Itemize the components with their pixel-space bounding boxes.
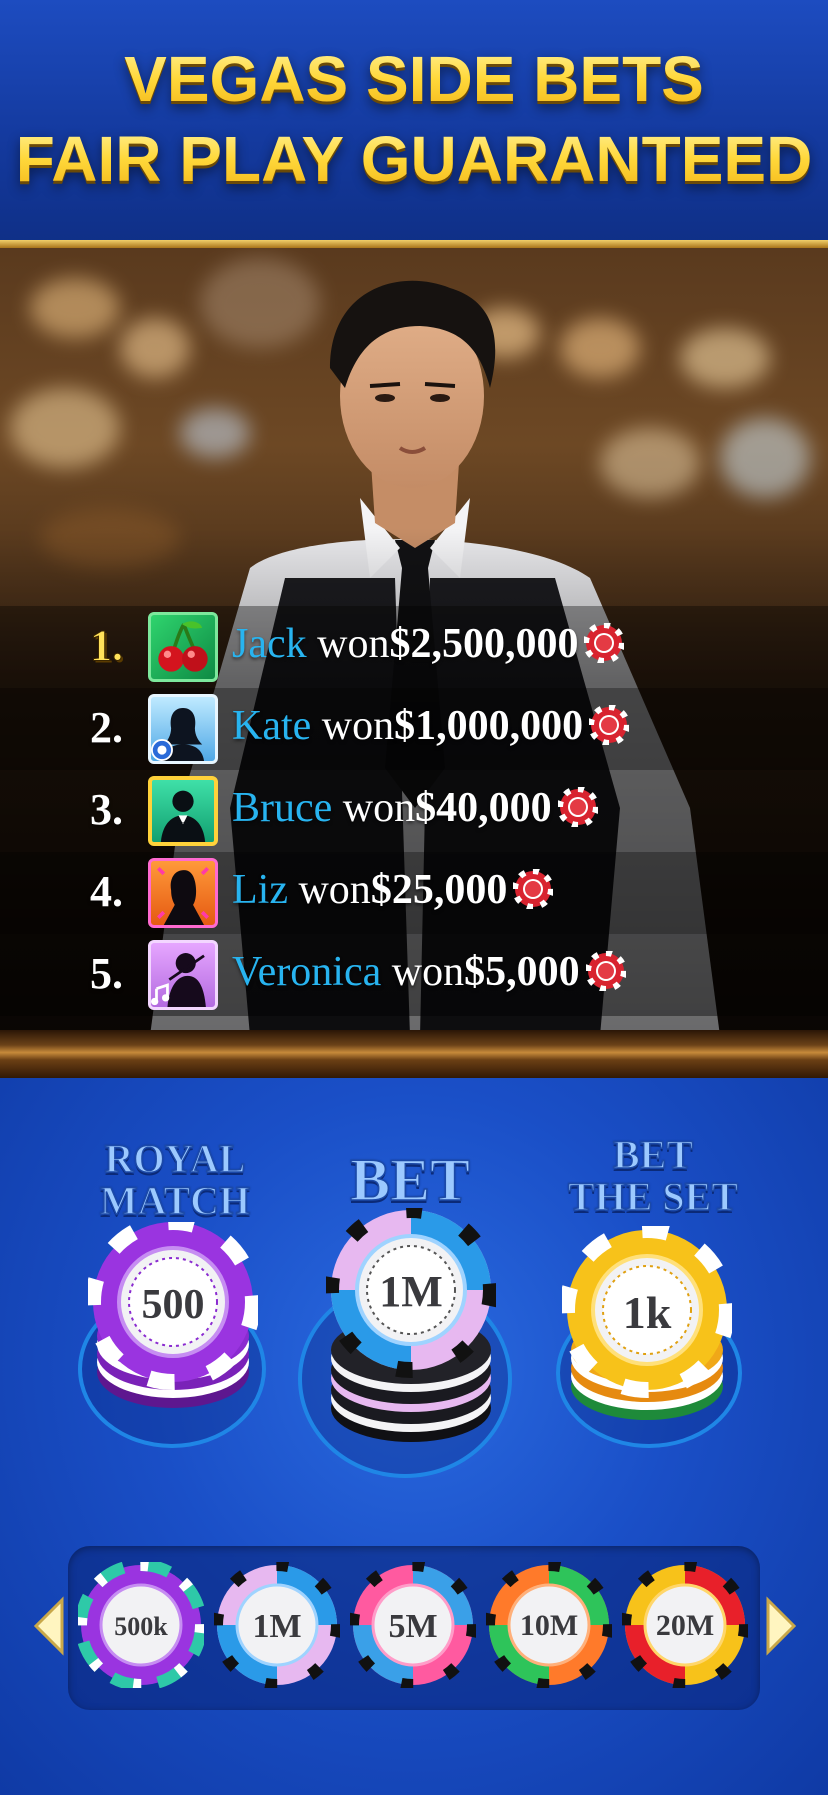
leaderboard-row: 2. Kate won$1,000,000 xyxy=(0,688,828,770)
win-amount: $5,000 xyxy=(464,949,580,995)
cherries-icon xyxy=(148,612,218,682)
player-name: Liz xyxy=(232,867,288,913)
player-name: Kate xyxy=(232,703,312,749)
won-label: won xyxy=(342,785,416,831)
royal-match-chip-value: 500 xyxy=(142,1282,205,1328)
promo-banner: VEGAS SIDE BETS FAIR PLAY GUARANTEED xyxy=(0,0,828,246)
chip-label: 20M xyxy=(656,1609,714,1642)
chip-icon xyxy=(513,869,554,910)
winner-text: Bruce won$40,000 xyxy=(232,784,598,832)
chip-label: 5M xyxy=(388,1608,437,1645)
rank-number: 5. xyxy=(90,949,123,998)
chip-icon xyxy=(585,951,626,992)
chip-icon xyxy=(589,705,630,746)
won-label: won xyxy=(317,621,390,667)
chip-1m-button[interactable]: 1M xyxy=(214,1562,340,1688)
chip-20m-button[interactable]: 20M xyxy=(622,1562,748,1688)
win-amount: $2,500,000 xyxy=(389,621,579,667)
winner-text: Liz won$25,000 xyxy=(232,866,554,914)
arrow-right-icon[interactable] xyxy=(764,1596,798,1656)
chip-label: 10M xyxy=(520,1609,578,1642)
player-name: Bruce xyxy=(232,785,333,831)
game-screen: VEGAS SIDE BETS FAIR PLAY GUARANTEED 1. … xyxy=(0,0,828,1795)
rank-number: 2. xyxy=(90,703,123,752)
bet-the-set-chip-stack[interactable]: 1k xyxy=(562,1226,732,1426)
leaderboard-row: 3. Bruce won$40,000 xyxy=(0,770,828,852)
chip-500k-button[interactable]: 500k xyxy=(78,1562,204,1688)
leaderboard-row: 1. Jack won$2,500,000 xyxy=(0,606,828,688)
won-label: won xyxy=(321,703,395,749)
rank-number: 1. xyxy=(90,621,124,671)
main-bet-chip-stack[interactable]: 1M xyxy=(326,1208,496,1448)
table-rail xyxy=(0,1030,828,1080)
chip-icon xyxy=(557,787,598,828)
rank-number: 3. xyxy=(90,785,123,834)
chip-icon xyxy=(584,623,625,664)
bet-label: BET xyxy=(349,1147,471,1213)
chip-10m-button[interactable]: 10M xyxy=(486,1562,612,1688)
player-name: Veronica xyxy=(232,949,382,995)
bet-the-set-chip-value: 1k xyxy=(623,1287,672,1338)
won-label: won xyxy=(391,949,465,995)
banner-gold-trim xyxy=(0,240,828,248)
bet-the-set-label: BET THE SET xyxy=(567,1132,739,1219)
won-label: won xyxy=(298,867,371,913)
tuxedo-man-icon xyxy=(148,776,218,846)
win-amount: $25,000 xyxy=(370,867,508,913)
chip-label: 500k xyxy=(114,1612,168,1641)
woman-profile-icon xyxy=(148,858,218,928)
headline-line-1: VEGAS SIDE BETS xyxy=(0,42,828,116)
win-amount: $1,000,000 xyxy=(394,703,584,749)
chip-label: 1M xyxy=(252,1608,301,1645)
leaderboard-row: 4. Liz won$25,000 xyxy=(0,852,828,934)
player-name: Jack xyxy=(232,621,307,667)
woman-silhouette-icon xyxy=(148,694,218,764)
headline-line-2: FAIR PLAY GUARANTEED xyxy=(0,122,828,196)
winner-text: Veronica won$5,000 xyxy=(232,948,626,996)
win-amount: $40,000 xyxy=(415,785,552,831)
winner-text: Kate won$1,000,000 xyxy=(232,702,630,750)
winner-text: Jack won$2,500,000 xyxy=(232,620,625,668)
main-bet-chip-value: 1M xyxy=(379,1267,443,1316)
rank-number: 4. xyxy=(90,867,123,916)
arrow-left-icon[interactable] xyxy=(32,1596,66,1656)
chip-5m-button[interactable]: 5M xyxy=(350,1562,476,1688)
royal-match-label: ROYAL MATCH xyxy=(99,1136,251,1223)
leaderboard-row: 5. Veronica won$5,000 xyxy=(0,934,828,1016)
royal-match-chip-stack[interactable]: 500 xyxy=(88,1222,258,1422)
violinist-icon xyxy=(148,940,218,1010)
